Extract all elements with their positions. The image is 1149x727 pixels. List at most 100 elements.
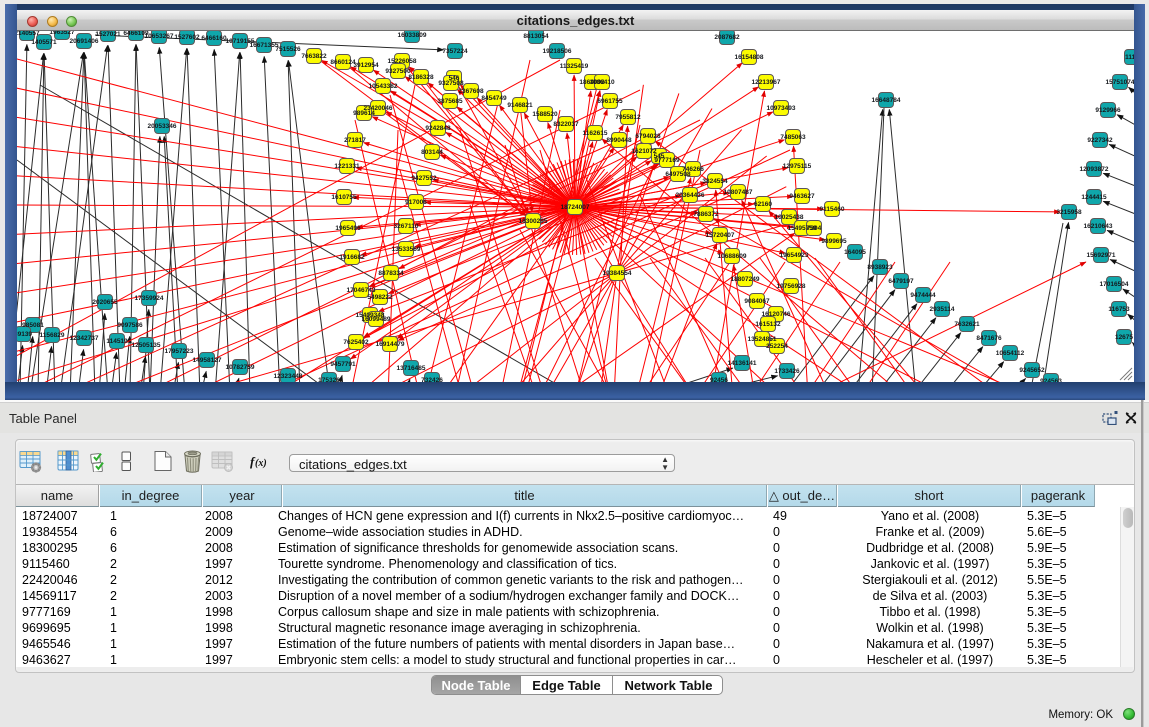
svg-text:6497508: 6497508 [665,171,691,178]
svg-text:1965496: 1965496 [335,225,361,232]
svg-text:3215958: 3215958 [1056,209,1082,216]
svg-text:917006: 917006 [405,199,427,206]
svg-text:9115460: 9115460 [820,206,845,213]
svg-text:1156829: 1156829 [40,332,65,339]
svg-text:15226058: 15226058 [388,58,417,65]
svg-text:39139: 39139 [17,331,32,338]
svg-text:8471676: 8471676 [976,335,1002,342]
svg-text:20053346: 20053346 [148,123,177,130]
svg-text:(x): (x) [255,458,267,469]
svg-text:12213967: 12213967 [752,79,781,86]
svg-text:6479197: 6479197 [888,278,914,285]
svg-text:9899695: 9899695 [821,238,847,245]
svg-text:7515526: 7515526 [275,46,301,53]
svg-text:3267110: 3267110 [394,223,419,230]
svg-text:16099489: 16099489 [362,316,391,323]
svg-text:10688609: 10688609 [718,253,747,260]
svg-text:92456: 92456 [710,377,728,382]
svg-text:9227342: 9227342 [1087,137,1113,144]
svg-text:18807249: 18807249 [731,276,760,283]
svg-text:252254: 252254 [766,343,788,350]
svg-text:9242848: 9242848 [425,125,451,132]
svg-text:16154808: 16154808 [735,54,764,61]
svg-text:1162615: 1162615 [583,130,608,137]
svg-text:989614: 989614 [353,110,375,117]
svg-text:271817: 271817 [344,137,366,144]
svg-text:8813054: 8813054 [523,33,549,40]
svg-text:1244415: 1244415 [1081,194,1107,201]
svg-text:16914479: 16914479 [376,341,405,348]
svg-text:12323448: 12323448 [274,373,303,380]
svg-text:16033809: 16033809 [398,32,427,39]
svg-text:15751074: 15751074 [1106,79,1134,86]
svg-text:114519: 114519 [106,338,128,345]
svg-text:1405571: 1405571 [31,39,57,46]
svg-text:20364436: 20364436 [676,192,705,199]
svg-text:7955812: 7955812 [615,114,641,121]
svg-text:7625402: 7625402 [343,339,369,346]
svg-text:1527021: 1527021 [95,31,121,38]
svg-text:11325419: 11325419 [560,63,589,70]
svg-text:16210643: 16210643 [1084,223,1113,230]
svg-text:3824554: 3824554 [702,178,728,185]
svg-text:13716485: 13716485 [397,365,426,372]
svg-text:13533569: 13533569 [392,246,421,253]
svg-text:6466160: 6466160 [201,35,227,42]
svg-text:12342737: 12342737 [70,335,99,342]
svg-text:19218506: 19218506 [543,48,572,55]
svg-text:10807487: 10807487 [724,189,753,196]
svg-text:5498222: 5498222 [367,294,393,301]
svg-text:10782759: 10782759 [226,364,255,371]
svg-text:10654112: 10654112 [996,350,1025,357]
svg-text:7485063: 7485063 [780,134,806,141]
svg-text:9084067: 9084067 [744,298,770,305]
svg-text:1733426: 1733426 [774,368,800,375]
svg-text:8454749: 8454749 [481,95,507,102]
svg-text:19756928: 19756928 [777,283,806,290]
svg-text:15720407: 15720407 [706,232,735,239]
svg-text:14958127: 14958127 [193,357,222,364]
svg-text:1527602: 1527602 [174,34,200,41]
svg-text:10653267: 10653267 [145,33,174,40]
svg-text:732426: 732426 [421,377,443,382]
svg-text:17957223: 17957223 [165,348,194,355]
svg-text:12093872: 12093872 [1080,166,1109,173]
svg-text:2087682: 2087682 [714,34,740,41]
svg-text:1916682: 1916682 [339,254,365,261]
svg-text:2367608: 2367608 [458,88,484,95]
svg-text:15692971: 15692971 [1087,252,1116,259]
svg-text:6961755: 6961755 [597,98,623,105]
svg-text:2935114: 2935114 [930,306,955,313]
svg-text:19384554: 19384554 [603,270,632,277]
svg-text:17359924: 17359924 [135,295,164,302]
svg-text:20691406: 20691406 [70,38,99,45]
svg-text:3912954: 3912954 [353,62,379,69]
svg-text:19654923: 19654923 [780,252,809,259]
svg-text:8990448: 8990448 [606,137,632,144]
svg-text:6794028: 6794028 [635,133,661,140]
svg-text:1610755: 1610755 [331,194,357,201]
svg-text:9427552: 9427552 [411,175,437,182]
svg-text:16648784: 16648784 [872,97,901,104]
svg-text:7357224: 7357224 [442,48,468,55]
svg-text:8322037: 8322037 [553,121,579,128]
svg-text:8660124: 8660124 [330,59,356,66]
svg-text:17046743: 17046743 [347,287,376,294]
svg-text:1588520: 1588520 [532,111,558,118]
svg-text:1221331: 1221331 [334,163,360,170]
svg-text:18724007: 18724007 [561,204,590,211]
svg-text:9457791: 9457791 [330,361,356,368]
svg-text:9129966: 9129966 [1095,107,1121,114]
svg-text:2020655: 2020655 [92,299,118,306]
svg-text:10543382: 10543382 [369,83,398,90]
svg-text:9146821: 9146821 [507,102,533,109]
svg-text:12675: 12675 [1115,334,1133,341]
svg-text:12975115: 12975115 [783,163,812,170]
svg-text:1086410: 1086410 [589,79,615,86]
svg-text:3875685: 3875685 [437,98,463,105]
svg-text:9327500: 9327500 [385,68,411,75]
svg-text:18300295: 18300295 [519,218,548,225]
svg-text:985081: 985081 [22,322,44,329]
svg-text:8186328: 8186328 [408,74,434,81]
svg-text:9245652: 9245652 [1019,367,1045,374]
